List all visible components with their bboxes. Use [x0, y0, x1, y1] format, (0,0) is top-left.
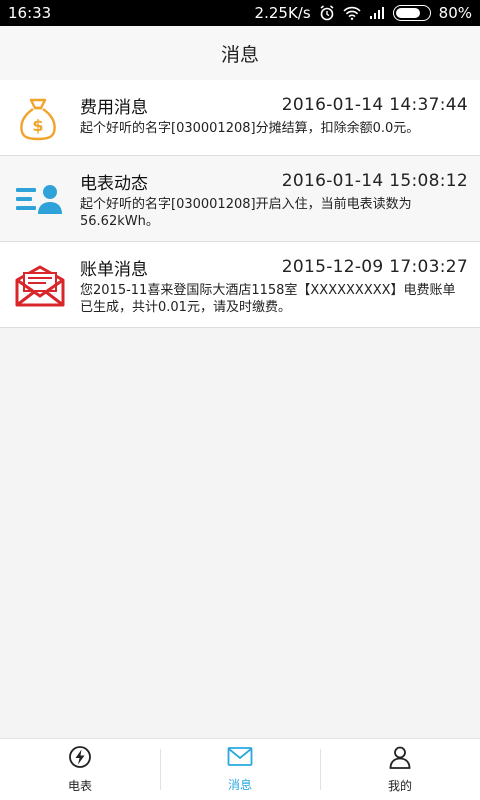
svg-text:$: $ [32, 116, 43, 135]
status-bar: 16:33 2.25K/s 80% [0, 0, 480, 26]
status-time: 16:33 [8, 4, 52, 22]
envelope-icon [14, 264, 66, 312]
status-indicators: 2.25K/s 80% [255, 4, 472, 22]
person-icon [388, 745, 412, 773]
money-bag-icon: $ [14, 94, 62, 146]
signal-icon [369, 6, 385, 20]
message-item[interactable]: 账单消息 2015-12-09 17:03:27 您2015-11喜来登国际大酒… [0, 242, 480, 328]
message-body: 起个好听的名字[030001208]分摊结算，扣除余额0.0元。 [80, 121, 420, 136]
message-title: 账单消息 [80, 259, 148, 280]
message-title: 电表动态 [80, 173, 148, 194]
lightning-icon [68, 745, 92, 773]
alarm-icon [319, 5, 335, 21]
message-item[interactable]: $ 费用消息 2016-01-14 14:37:44 起个好听的名字[03000… [0, 80, 480, 156]
tab-messages[interactable]: 消息 [160, 739, 320, 800]
tab-label: 消息 [227, 778, 252, 792]
message-time: 2016-01-14 14:37:44 [281, 95, 468, 115]
message-body: 您2015-11喜来登国际大酒店1158室【XXXXXXXXX】电费账单已生成，… [80, 283, 456, 315]
message-body: 起个好听的名字[030001208]开启入住，当前电表读数为56.62kWh。 [80, 197, 412, 229]
tab-meter[interactable]: 电表 [0, 739, 160, 800]
message-item[interactable]: 电表动态 2016-01-14 15:08:12 起个好听的名字[0300012… [0, 156, 480, 242]
tab-label: 电表 [67, 779, 92, 793]
tab-label: 我的 [387, 779, 412, 793]
message-title: 费用消息 [80, 97, 148, 118]
message-list: $ 费用消息 2016-01-14 14:37:44 起个好听的名字[03000… [0, 80, 480, 328]
wifi-icon [343, 6, 361, 20]
title-bar: 消息 [0, 26, 480, 80]
message-time: 2016-01-14 15:08:12 [281, 171, 468, 191]
battery-percent: 80% [438, 4, 472, 22]
message-time: 2015-12-09 17:03:27 [281, 257, 468, 277]
tab-mine[interactable]: 我的 [320, 739, 480, 800]
battery-icon [392, 5, 431, 21]
network-speed: 2.25K/s [254, 4, 311, 22]
user-list-icon [14, 182, 64, 220]
bottom-tab-bar: 电表 消息 我的 [0, 738, 480, 800]
page-title: 消息 [220, 43, 259, 66]
mail-icon [227, 746, 253, 772]
